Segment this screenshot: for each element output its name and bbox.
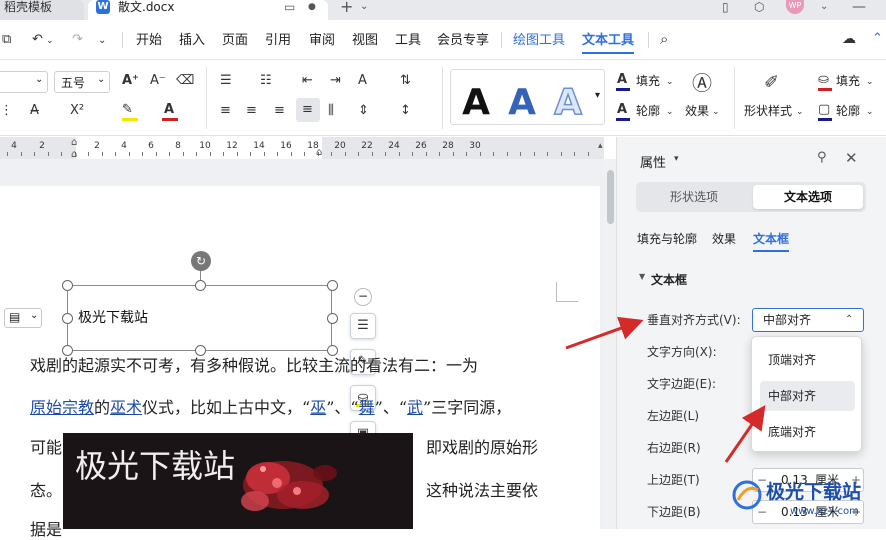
watermark: 极光下载站 www.xz7.com [728,476,886,529]
arrow-to-valign [565,316,644,350]
annotation-arrows [565,316,766,463]
watermark-logo [732,480,762,510]
arrow-to-middle-align [724,405,766,463]
watermark-url: www.xz7.com [790,506,859,517]
watermark-text: 极光下载站 [766,481,862,503]
